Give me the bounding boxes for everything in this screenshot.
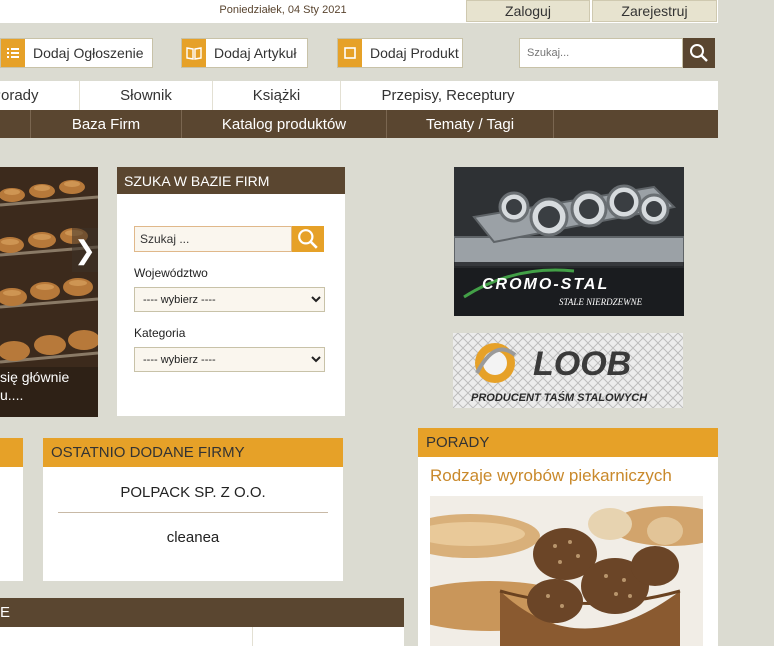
- add-product-label: Dodaj Produkt: [370, 45, 459, 61]
- firm-link[interactable]: POLPACK SP. Z O.O.: [58, 484, 328, 501]
- nav-item-ksiazki[interactable]: Książki: [213, 81, 341, 110]
- nav-item-label: Książki: [252, 87, 301, 104]
- nav-item-baza-firm[interactable]: Baza Firm: [30, 110, 181, 138]
- divider: [58, 512, 328, 513]
- list-icon: [1, 39, 25, 67]
- advice-article-image[interactable]: [430, 496, 703, 646]
- book-icon: [182, 39, 206, 67]
- region-label: Województwo: [134, 266, 208, 280]
- nav-item-slownik[interactable]: Słownik: [80, 81, 213, 110]
- category-label: Kategoria: [134, 326, 186, 340]
- nav-item-porady[interactable]: Porady: [0, 81, 80, 110]
- search-icon: [690, 44, 708, 62]
- nav-item-label: Baza Firm: [71, 115, 141, 133]
- bottom-section-label: E: [0, 604, 11, 621]
- firm-search-input[interactable]: [134, 226, 292, 252]
- add-article-button[interactable]: Dodaj Artykuł: [181, 38, 308, 68]
- advice-article-link[interactable]: Rodzaje wyrobów piekarniczych: [430, 466, 672, 486]
- login-button[interactable]: Zaloguj: [466, 0, 590, 22]
- cromo-tagline: STALE NIERDZEWNE: [559, 297, 643, 307]
- ad-banner-loob[interactable]: LOOB PRODUCENT TAŚM STALOWYCH: [453, 333, 683, 408]
- search-button[interactable]: [683, 38, 715, 68]
- bottom-section-title: E: [0, 598, 404, 627]
- slider-next-arrow-icon[interactable]: ❯: [72, 228, 98, 272]
- ad-banner-cromo-stal[interactable]: CROMO-STAL STALE NIERDZEWNE: [454, 167, 684, 316]
- bottom-section-body: [0, 627, 404, 646]
- add-product-button[interactable]: Dodaj Produkt: [337, 38, 463, 68]
- nav-item-label: Tematy / Tagi: [425, 115, 515, 133]
- loob-name: LOOB: [533, 345, 631, 383]
- left-panel-header: [0, 438, 23, 467]
- slider-caption: się głównie u....: [0, 368, 98, 404]
- cromo-name: CROMO-STAL: [482, 276, 609, 293]
- divider: [252, 627, 253, 646]
- latest-firms-title: OSTATNIO DODANE FIRMY: [43, 438, 343, 467]
- advice-title: PORADY: [418, 428, 718, 457]
- nav-item-label: Przepisy, Receptury: [381, 87, 515, 104]
- left-panel-body: [0, 467, 23, 581]
- search-icon: [298, 229, 318, 249]
- firm-search-title: SZUKA W BAZIE FIRM: [117, 167, 345, 194]
- box-icon: [338, 39, 362, 67]
- region-select[interactable]: ---- wybierz ----: [134, 287, 325, 312]
- category-select[interactable]: ---- wybierz ----: [134, 347, 325, 372]
- nav-item-katalog[interactable]: Katalog produktów: [181, 110, 386, 138]
- current-date: Poniedziałek, 04 Sty 2021: [219, 4, 347, 16]
- slider-caption-line: się głównie: [0, 369, 70, 385]
- nav-item-przepisy[interactable]: Przepisy, Receptury: [341, 81, 555, 110]
- slider-caption-line: u....: [0, 387, 24, 403]
- loob-tagline: PRODUCENT TAŚM STALOWYCH: [471, 391, 648, 404]
- register-button[interactable]: Zarejestruj: [592, 0, 717, 22]
- nav-item-label: Porady: [0, 87, 39, 104]
- add-article-label: Dodaj Artykuł: [214, 45, 297, 61]
- add-ad-label: Dodaj Ogłoszenie: [33, 45, 144, 61]
- firm-link[interactable]: cleanea: [58, 529, 328, 546]
- nav-item-tematy[interactable]: Tematy / Tagi: [386, 110, 554, 138]
- nav-item-label: Słownik: [120, 87, 172, 104]
- nav-item-label: Katalog produktów: [221, 115, 347, 133]
- search-input[interactable]: [519, 38, 683, 68]
- add-ad-button[interactable]: Dodaj Ogłoszenie: [0, 38, 153, 68]
- firm-search-button[interactable]: [292, 226, 324, 252]
